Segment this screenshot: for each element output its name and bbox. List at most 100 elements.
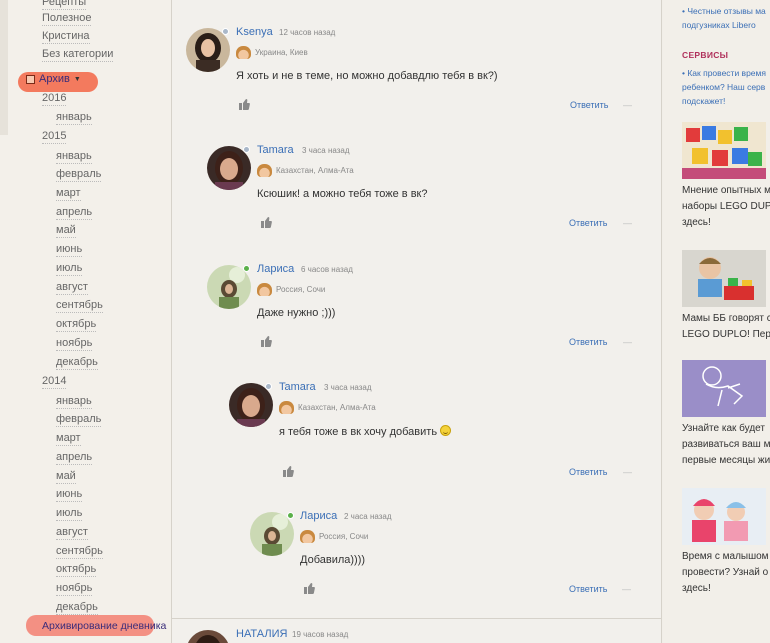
online-indicator xyxy=(287,512,294,519)
baby-face-icon xyxy=(236,46,251,59)
month-link[interactable]: июль xyxy=(56,262,83,276)
comment-separator xyxy=(172,618,662,619)
smiley-icon xyxy=(440,425,452,436)
left-sidebar: Рецепты Полезное Кристина Без категории … xyxy=(0,0,172,643)
comments-column: Ksenya 12 часов назад Украина, Киев Я хо… xyxy=(172,0,662,643)
baby-face-icon xyxy=(257,164,272,177)
promo-image-winter-kids[interactable] xyxy=(682,488,766,545)
month-link[interactable]: октябрь xyxy=(56,318,97,332)
month-link[interactable]: август xyxy=(56,526,88,540)
author-name[interactable]: Tamara xyxy=(257,144,294,156)
calendar-icon xyxy=(26,74,35,84)
month-link[interactable]: декабрь xyxy=(56,601,98,615)
promo-image-baby-illustration[interactable] xyxy=(682,360,766,417)
thumbs-up-icon[interactable] xyxy=(303,582,315,594)
month-link[interactable]: июнь xyxy=(56,488,83,502)
comment-item: Tamara 3 часа назад Казахстан, Алма-Ата … xyxy=(229,381,636,477)
month-link[interactable]: июль xyxy=(56,507,83,521)
reply-button[interactable]: Ответить xyxy=(569,467,607,477)
more-dash: — xyxy=(623,100,632,110)
author-name[interactable]: Tamara xyxy=(279,381,316,393)
archive-label: Архив xyxy=(39,73,70,85)
comment-text: Добавила)))) xyxy=(300,554,366,566)
month-link[interactable]: май xyxy=(56,224,76,238)
reviews-link-line2[interactable]: подгузниках Libero xyxy=(682,20,756,31)
comment-text: Ксюшик! а можно тебя тоже в вк? xyxy=(257,188,428,200)
comment-text-content: я тебя тоже в вк хочу добавить xyxy=(279,426,438,438)
year-2015[interactable]: 2015 xyxy=(42,130,67,144)
thumbs-up-icon[interactable] xyxy=(260,216,272,228)
location-text: Россия, Сочи xyxy=(276,285,326,294)
archive-dropdown[interactable]: Архив ▼ xyxy=(26,73,81,85)
service-link-line2[interactable]: ребенком? Наш серв xyxy=(682,82,765,93)
promo-caption[interactable]: Время с малышом провести? Узнай о здесь! xyxy=(682,549,769,597)
avatar[interactable] xyxy=(250,512,294,556)
sidebar-edge-strip xyxy=(0,0,8,135)
nav-link-useful[interactable]: Полезное xyxy=(42,12,92,26)
promo-caption[interactable]: Мнение опытных м наборы LEGO DUPL здесь! xyxy=(682,183,770,231)
promo-caption[interactable]: Узнайте как будет развиваться ваш м перв… xyxy=(682,421,770,469)
author-name[interactable]: Ksenya xyxy=(236,26,273,38)
year-2014[interactable]: 2014 xyxy=(42,375,67,389)
year-2016[interactable]: 2016 xyxy=(42,92,67,106)
month-link[interactable]: январь xyxy=(56,150,92,164)
month-link[interactable]: март xyxy=(56,187,81,201)
month-link[interactable]: апрель xyxy=(56,206,93,220)
comment-item: Лариса 6 часов назад Россия, Сочи Даже н… xyxy=(207,263,636,355)
author-name[interactable]: Лариса xyxy=(300,510,337,522)
thumbs-up-icon[interactable] xyxy=(282,465,294,477)
month-link[interactable]: январь xyxy=(56,111,92,125)
author-location: Казахстан, Алма-Ата xyxy=(279,401,376,414)
reply-button[interactable]: Ответить xyxy=(569,337,607,347)
author-name[interactable]: НАТАЛИЯ xyxy=(236,628,287,640)
month-link[interactable]: октябрь xyxy=(56,563,97,577)
nav-link-uncategorized[interactable]: Без категории xyxy=(42,48,114,62)
thumbs-up-icon[interactable] xyxy=(238,98,250,110)
month-link[interactable]: май xyxy=(56,470,76,484)
month-link[interactable]: ноябрь xyxy=(56,582,93,596)
online-indicator xyxy=(265,383,272,390)
promo-image-child-toys[interactable] xyxy=(682,250,766,307)
more-dash: — xyxy=(623,337,632,347)
month-link[interactable]: декабрь xyxy=(56,356,98,370)
month-link[interactable]: март xyxy=(56,432,81,446)
online-indicator xyxy=(243,146,250,153)
service-link[interactable]: • Как провести время xyxy=(682,68,766,79)
more-dash: — xyxy=(623,218,632,228)
more-dash: — xyxy=(623,467,632,477)
month-link[interactable]: сентябрь xyxy=(56,545,103,559)
month-link[interactable]: февраль xyxy=(56,413,102,427)
comment-time: 12 часов назад xyxy=(279,28,336,37)
month-link[interactable]: январь xyxy=(56,395,92,409)
baby-face-icon xyxy=(279,401,294,414)
promo-caption[interactable]: Мамы ББ говорят с LEGO DUPLO! Пер xyxy=(682,311,770,343)
comment-text: Я хоть и не в теме, но можно добавдлю те… xyxy=(236,70,498,82)
archive-diary-link[interactable]: Архивирование дневника xyxy=(42,620,166,632)
month-link[interactable]: апрель xyxy=(56,451,93,465)
comment-time: 6 часов назад xyxy=(301,265,353,274)
comment-time: 2 часа назад xyxy=(344,512,392,521)
month-link[interactable]: февраль xyxy=(56,168,102,182)
promo-image-lego-numbers[interactable] xyxy=(682,122,766,179)
month-link[interactable]: ноябрь xyxy=(56,337,93,351)
author-name[interactable]: Лариса xyxy=(257,263,294,275)
reviews-link[interactable]: • Честные отзывы ма xyxy=(682,6,766,17)
comment-item: Tamara 3 часа назад Казахстан, Алма-Ата … xyxy=(207,144,636,236)
reply-button[interactable]: Ответить xyxy=(569,584,607,594)
online-indicator xyxy=(222,28,229,35)
month-link[interactable]: сентябрь xyxy=(56,299,103,313)
nav-link-kristina[interactable]: Кристина xyxy=(42,30,90,44)
reply-button[interactable]: Ответить xyxy=(569,218,607,228)
month-link[interactable]: июнь xyxy=(56,243,83,257)
nav-link-recipes[interactable]: Рецепты xyxy=(42,0,87,10)
comment-item: Ksenya 12 часов назад Украина, Киев Я хо… xyxy=(186,26,636,118)
month-link[interactable]: август xyxy=(56,281,88,295)
avatar[interactable] xyxy=(186,630,230,643)
baby-face-icon xyxy=(300,530,315,543)
service-link-line3[interactable]: подскажет! xyxy=(682,96,725,107)
author-location: Россия, Сочи xyxy=(300,530,368,543)
reply-button[interactable]: Ответить xyxy=(570,100,608,110)
author-location: Украина, Киев xyxy=(236,46,308,59)
comment-item: Лариса 2 часа назад Россия, Сочи Добавил… xyxy=(250,510,636,602)
thumbs-up-icon[interactable] xyxy=(260,335,272,347)
